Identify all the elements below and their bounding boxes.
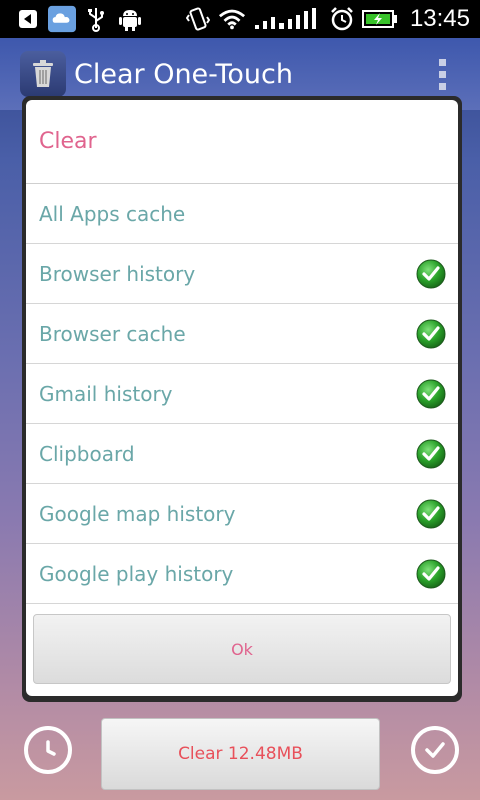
checkmark-icon[interactable]: [416, 379, 446, 409]
dialog-button-area: Ok: [26, 604, 458, 684]
usb-icon: [82, 5, 110, 33]
list-item-label: Clipboard: [39, 441, 135, 466]
signal-icon: [252, 5, 322, 33]
back-notification-icon: [14, 5, 42, 33]
alarm-icon: [328, 5, 356, 33]
overflow-menu-icon[interactable]: [439, 58, 446, 90]
vibrate-icon: [184, 5, 212, 33]
app-title: Clear One-Touch: [74, 58, 293, 90]
clear-button[interactable]: Clear 12.48MB: [101, 718, 380, 790]
clear-dialog: Clear All Apps cache Browser history Bro…: [26, 100, 458, 696]
list-item-label: Browser cache: [39, 321, 186, 346]
status-bar: 13:45: [0, 0, 480, 38]
list-item-clipboard[interactable]: Clipboard: [26, 424, 458, 484]
status-time: 13:45: [409, 5, 470, 32]
wifi-icon: [218, 5, 246, 33]
android-debug-icon: [116, 5, 144, 33]
list-item-google-play-history[interactable]: Google play history: [26, 544, 458, 604]
checkmark-icon[interactable]: [416, 499, 446, 529]
bottom-bar: Clear 12.48MB: [0, 708, 480, 800]
list-item-label: Browser history: [39, 261, 196, 286]
list-item-browser-cache[interactable]: Browser cache: [26, 304, 458, 364]
cloud-icon: [48, 5, 76, 33]
list-item-all-apps-cache[interactable]: All Apps cache: [26, 184, 458, 244]
checkmark-icon[interactable]: [416, 559, 446, 589]
list-item-label: All Apps cache: [39, 201, 186, 226]
checkmark-icon[interactable]: [416, 439, 446, 469]
list-item-gmail-history[interactable]: Gmail history: [26, 364, 458, 424]
ok-button[interactable]: Ok: [33, 614, 451, 684]
list-item-browser-history[interactable]: Browser history: [26, 244, 458, 304]
list-item-google-map-history[interactable]: Google map history: [26, 484, 458, 544]
clock-icon[interactable]: [24, 726, 72, 774]
checkmark-icon[interactable]: [416, 259, 446, 289]
checkmark-icon[interactable]: [416, 319, 446, 349]
battery-charging-icon: [361, 5, 398, 33]
list-item-label: Google map history: [39, 501, 236, 526]
trash-can-icon[interactable]: [20, 51, 66, 97]
list-item-label: Gmail history: [39, 381, 173, 406]
dialog-title: Clear: [26, 100, 458, 184]
checkmark-circle-icon[interactable]: [411, 726, 459, 774]
list-item-label: Google play history: [39, 561, 234, 586]
